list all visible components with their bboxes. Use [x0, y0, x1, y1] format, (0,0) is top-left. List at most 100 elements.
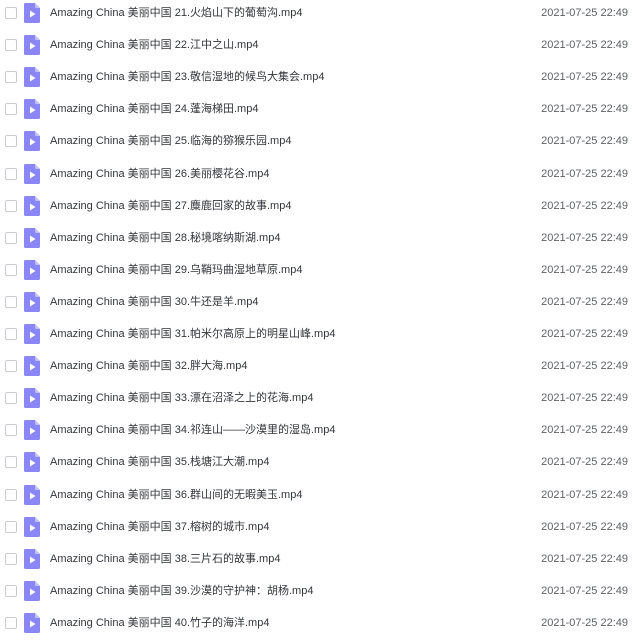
select-checkbox[interactable]: [5, 199, 17, 212]
file-row[interactable]: Amazing China 美丽中国 24.蓬海梯田.mp4 2021-07-2…: [0, 94, 640, 126]
file-row[interactable]: Amazing China 美丽中国 32.胖大海.mp4 2021-07-25…: [0, 351, 640, 383]
modified-date: 2021-07-25 22:49: [541, 71, 628, 84]
file-list: Amazing China 美丽中国 21.火焰山下的葡萄沟.mp4 2021-…: [0, 0, 640, 637]
select-checkbox[interactable]: [5, 360, 17, 373]
select-checkbox[interactable]: [5, 7, 17, 19]
modified-date: 2021-07-25 22:49: [541, 295, 628, 308]
video-file-icon: [24, 3, 40, 23]
file-name[interactable]: Amazing China 美丽中国 22.江中之山.mp4: [50, 38, 258, 52]
file-name[interactable]: Amazing China 美丽中国 21.火焰山下的葡萄沟.mp4: [50, 6, 302, 20]
file-row[interactable]: Amazing China 美丽中国 38.三片石的故事.mp4 2021-07…: [0, 544, 640, 576]
video-file-icon: [24, 420, 40, 441]
file-name[interactable]: Amazing China 美丽中国 39.沙漠的守护神：胡杨.mp4: [50, 584, 313, 598]
video-file-icon: [24, 35, 40, 56]
file-name[interactable]: Amazing China 美丽中国 29.乌鞘玛曲湿地草原.mp4: [50, 263, 302, 277]
video-file-icon: [24, 516, 40, 537]
modified-date: 2021-07-25 22:49: [541, 488, 628, 501]
file-name[interactable]: Amazing China 美丽中国 40.竹子的海洋.mp4: [50, 616, 269, 630]
file-name[interactable]: Amazing China 美丽中国 35.栈塘江大潮.mp4: [50, 455, 269, 469]
select-checkbox[interactable]: [5, 231, 17, 244]
select-checkbox[interactable]: [5, 424, 17, 437]
file-name[interactable]: Amazing China 美丽中国 38.三片石的故事.mp4: [50, 552, 280, 566]
file-name[interactable]: Amazing China 美丽中国 36.群山间的无暇美玉.mp4: [50, 488, 302, 502]
select-checkbox[interactable]: [5, 263, 17, 276]
file-name[interactable]: Amazing China 美丽中国 27.麋鹿回家的故事.mp4: [50, 199, 291, 213]
video-file-icon: [24, 356, 40, 377]
modified-date: 2021-07-25 22:49: [541, 7, 628, 19]
video-file-icon: [24, 259, 40, 280]
video-file-icon: [24, 324, 40, 344]
file-row[interactable]: Amazing China 美丽中国 40.竹子的海洋.mp4 2021-07-…: [0, 608, 640, 640]
select-checkbox[interactable]: [5, 135, 17, 148]
modified-date: 2021-07-25 22:49: [541, 135, 628, 148]
file-name[interactable]: Amazing China 美丽中国 31.帕米尔高原上的明星山峰.mp4: [50, 327, 335, 341]
file-row[interactable]: Amazing China 美丽中国 39.沙漠的守护神：胡杨.mp4 2021…: [0, 576, 640, 608]
select-checkbox[interactable]: [5, 552, 17, 565]
video-file-icon: [24, 99, 40, 120]
video-file-icon: [24, 452, 40, 473]
select-checkbox[interactable]: [5, 616, 17, 629]
modified-date: 2021-07-25 22:49: [541, 424, 628, 437]
file-name[interactable]: Amazing China 美丽中国 33.漂在沼泽之上的花海.mp4: [50, 391, 313, 405]
video-file-icon: [24, 227, 40, 248]
file-row[interactable]: Amazing China 美丽中国 22.江中之山.mp4 2021-07-2…: [0, 30, 640, 62]
file-row[interactable]: Amazing China 美丽中国 26.美丽樱花谷.mp4 2021-07-…: [0, 159, 640, 191]
file-row[interactable]: Amazing China 美丽中国 33.漂在沼泽之上的花海.mp4 2021…: [0, 383, 640, 415]
file-name[interactable]: Amazing China 美丽中国 37.榕树的城市.mp4: [50, 520, 269, 534]
video-file-icon: [24, 163, 40, 184]
file-name[interactable]: Amazing China 美丽中国 26.美丽樱花谷.mp4: [50, 167, 269, 181]
select-checkbox[interactable]: [5, 103, 17, 116]
file-row[interactable]: Amazing China 美丽中国 30.牛还是羊.mp4 2021-07-2…: [0, 287, 640, 319]
file-row[interactable]: Amazing China 美丽中国 23.敬信湿地的候鸟大集会.mp4 202…: [0, 62, 640, 94]
video-file-icon: [24, 484, 40, 505]
video-file-icon: [24, 612, 40, 633]
file-row[interactable]: Amazing China 美丽中国 35.栈塘江大潮.mp4 2021-07-…: [0, 447, 640, 479]
select-checkbox[interactable]: [5, 392, 17, 405]
modified-date: 2021-07-25 22:49: [541, 199, 628, 212]
file-row[interactable]: Amazing China 美丽中国 34.祁连山——沙漠里的湿岛.mp4 20…: [0, 415, 640, 447]
modified-date: 2021-07-25 22:49: [541, 584, 628, 597]
modified-date: 2021-07-25 22:49: [541, 360, 628, 373]
file-name[interactable]: Amazing China 美丽中国 32.胖大海.mp4: [50, 359, 247, 373]
video-file-icon: [24, 67, 40, 88]
video-file-icon: [24, 548, 40, 569]
select-checkbox[interactable]: [5, 167, 17, 180]
select-checkbox[interactable]: [5, 328, 17, 340]
file-name[interactable]: Amazing China 美丽中国 30.牛还是羊.mp4: [50, 295, 258, 309]
video-file-icon: [24, 291, 40, 312]
modified-date: 2021-07-25 22:49: [541, 167, 628, 180]
modified-date: 2021-07-25 22:49: [541, 456, 628, 469]
select-checkbox[interactable]: [5, 295, 17, 308]
modified-date: 2021-07-25 22:49: [541, 39, 628, 52]
modified-date: 2021-07-25 22:49: [541, 328, 628, 340]
select-checkbox[interactable]: [5, 456, 17, 469]
video-file-icon: [24, 131, 40, 152]
file-row[interactable]: Amazing China 美丽中国 27.麋鹿回家的故事.mp4 2021-0…: [0, 191, 640, 223]
file-row[interactable]: Amazing China 美丽中国 21.火焰山下的葡萄沟.mp4 2021-…: [0, 0, 640, 30]
file-name[interactable]: Amazing China 美丽中国 23.敬信湿地的候鸟大集会.mp4: [50, 70, 324, 84]
file-row[interactable]: Amazing China 美丽中国 31.帕米尔高原上的明星山峰.mp4 20…: [0, 319, 640, 351]
select-checkbox[interactable]: [5, 71, 17, 84]
file-row[interactable]: Amazing China 美丽中国 25.临海的猕猴乐园.mp4 2021-0…: [0, 126, 640, 158]
video-file-icon: [24, 195, 40, 216]
file-row[interactable]: Amazing China 美丽中国 36.群山间的无暇美玉.mp4 2021-…: [0, 480, 640, 512]
modified-date: 2021-07-25 22:49: [541, 552, 628, 565]
file-row[interactable]: Amazing China 美丽中国 37.榕树的城市.mp4 2021-07-…: [0, 512, 640, 544]
modified-date: 2021-07-25 22:49: [541, 263, 628, 276]
file-row[interactable]: Amazing China 美丽中国 29.乌鞘玛曲湿地草原.mp4 2021-…: [0, 255, 640, 287]
file-name[interactable]: Amazing China 美丽中国 34.祁连山——沙漠里的湿岛.mp4: [50, 423, 335, 437]
file-name[interactable]: Amazing China 美丽中国 28.秘境喀纳斯湖.mp4: [50, 231, 280, 245]
select-checkbox[interactable]: [5, 39, 17, 52]
select-checkbox[interactable]: [5, 584, 17, 597]
modified-date: 2021-07-25 22:49: [541, 520, 628, 533]
file-name[interactable]: Amazing China 美丽中国 24.蓬海梯田.mp4: [50, 102, 258, 116]
file-row[interactable]: Amazing China 美丽中国 28.秘境喀纳斯湖.mp4 2021-07…: [0, 223, 640, 255]
modified-date: 2021-07-25 22:49: [541, 616, 628, 629]
select-checkbox[interactable]: [5, 488, 17, 501]
video-file-icon: [24, 580, 40, 601]
modified-date: 2021-07-25 22:49: [541, 392, 628, 405]
modified-date: 2021-07-25 22:49: [541, 103, 628, 116]
select-checkbox[interactable]: [5, 520, 17, 533]
file-name[interactable]: Amazing China 美丽中国 25.临海的猕猴乐园.mp4: [50, 134, 291, 148]
video-file-icon: [24, 388, 40, 409]
